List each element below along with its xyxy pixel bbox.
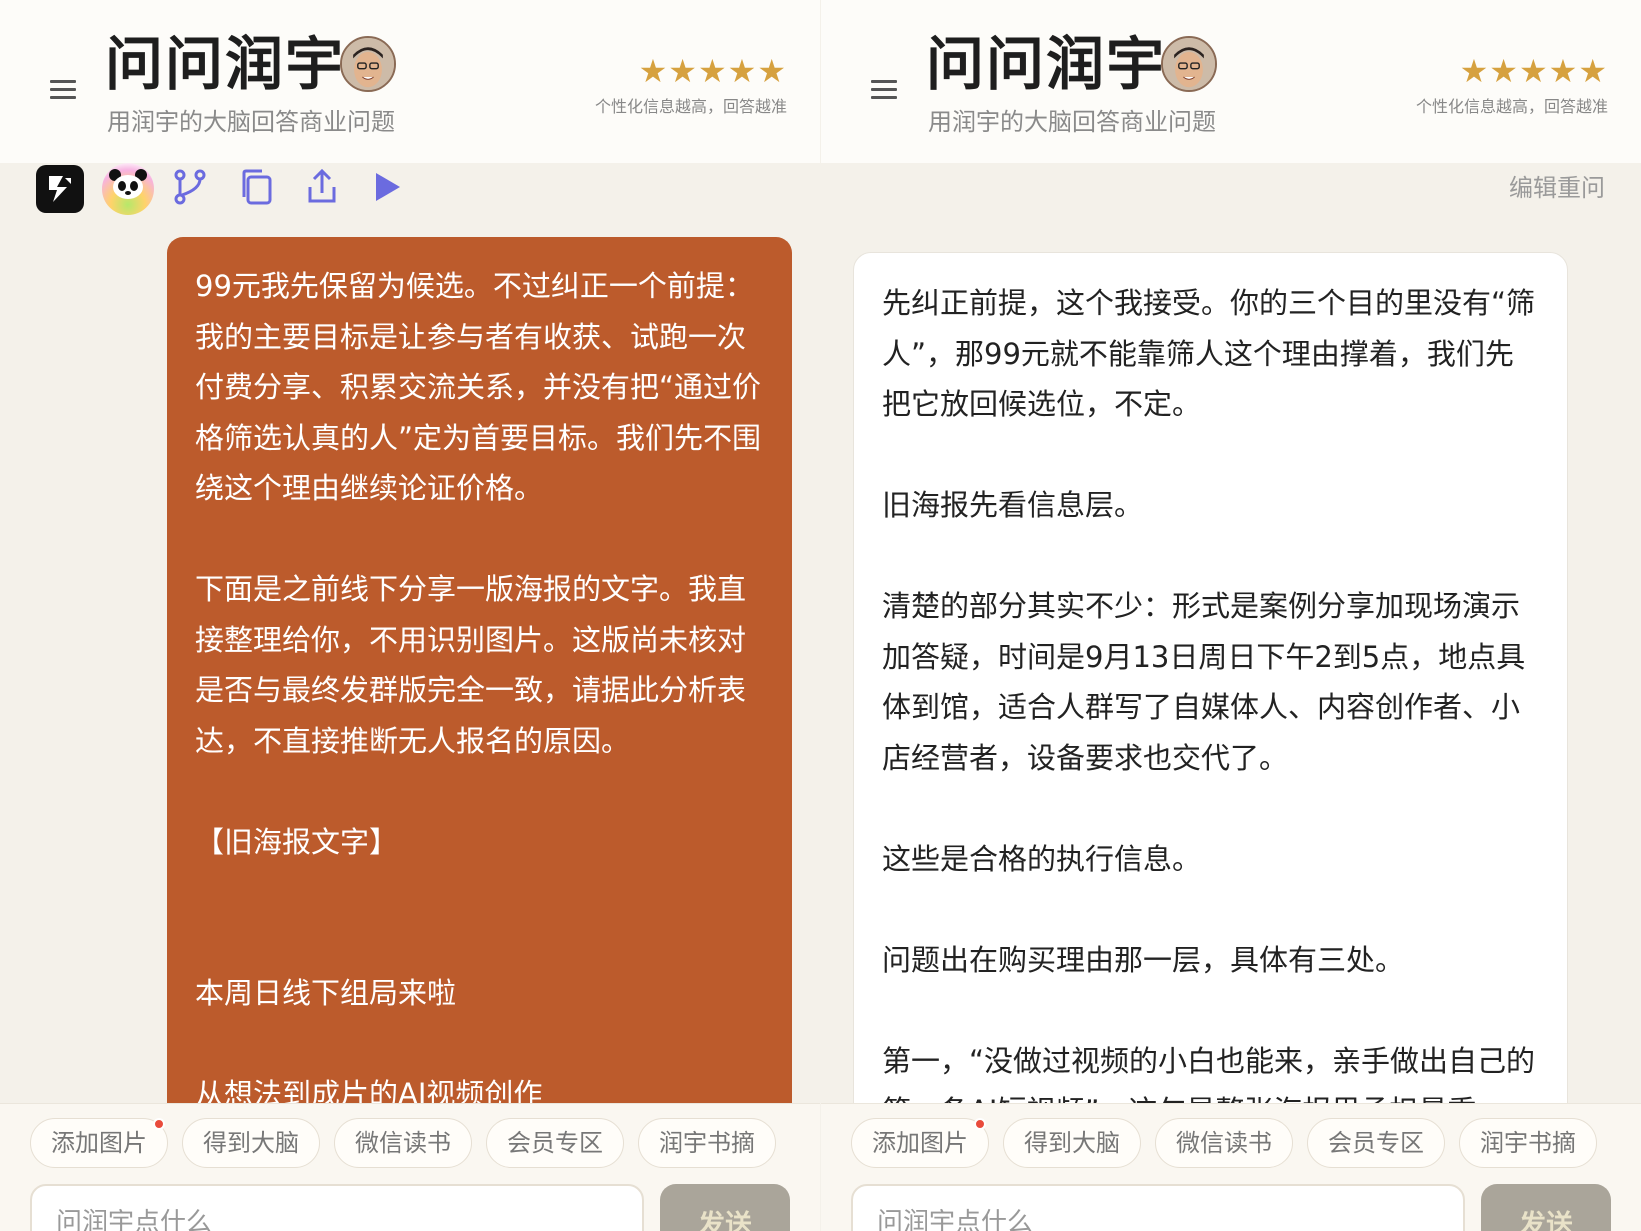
branch-icon[interactable] [166,163,214,211]
quick-chips: 添加图片 得到大脑 微信读书 会员专区 润宇书摘 [30,1118,790,1170]
menu-icon[interactable] [50,80,76,100]
chip-member-zone[interactable]: 会员专区 [1307,1118,1445,1168]
message-paragraph: 【旧海报文字】 [195,824,399,859]
play-icon[interactable] [362,163,410,211]
app-header: 问问润宇 用润宇的大脑回答商业问题 ★★★★★ 个性化信息越高，回答越准 [0,0,820,163]
send-button[interactable]: 发送 [1481,1184,1611,1231]
message-paragraph: 这些是合格的执行信息。 [882,841,1202,876]
chip-label: 会员专区 [1328,1129,1424,1157]
composer: 添加图片 得到大脑 微信读书 会员专区 润宇书摘 问润宇点什么 发送 [0,1103,820,1231]
rating-stars: ★★★★★ [1459,52,1608,90]
message-input[interactable]: 问润宇点什么 [851,1184,1465,1231]
user-message-bubble: 99元我先保留为候选。不过纠正一个前提：我的主要目标是让参与者有收获、试跑一次付… [167,237,792,1137]
app-subtitle: 用润宇的大脑回答商业问题 [928,108,1216,136]
app-header: 问问润宇 用润宇的大脑回答商业问题 ★★★★★ 个性化信息越高，回答越准 [821,0,1641,163]
avatar [340,36,396,92]
avatar [1161,36,1217,92]
chip-label: 得到大脑 [1024,1129,1120,1157]
chip-label: 润宇书摘 [659,1129,755,1157]
chip-dedao-brain[interactable]: 得到大脑 [1003,1118,1141,1168]
chip-dedao-brain[interactable]: 得到大脑 [182,1118,320,1168]
chat-panel-right: 问问润宇 用润宇的大脑回答商业问题 ★★★★★ 个性化信息越高，回答越准 编辑重… [821,0,1641,1231]
message-paragraph: 旧海报先看信息层。 [882,488,1144,522]
chip-label: 会员专区 [507,1129,603,1157]
chip-label: 微信读书 [1176,1129,1272,1157]
chip-weread[interactable]: 微信读书 [334,1118,472,1168]
chip-label: 添加图片 [872,1129,968,1157]
composer: 添加图片 得到大脑 微信读书 会员专区 润宇书摘 问润宇点什么 发送 [821,1103,1641,1231]
message-paragraph: 99元我先保留为候选。不过纠正一个前提：我的主要目标是让参与者有收获、试跑一次付… [195,269,762,505]
chat-panel-left: 问问润宇 用润宇的大脑回答商业问题 ★★★★★ 个性化信息越高，回答越准 99元… [0,0,820,1231]
chip-add-image[interactable]: 添加图片 [851,1118,989,1168]
message-paragraph: 本周日线下组局来啦 [195,976,457,1010]
share-icon[interactable] [298,163,346,211]
copy-icon[interactable] [232,163,280,211]
notification-dot [974,1118,986,1130]
message-input[interactable]: 问润宇点什么 [30,1184,644,1231]
send-button[interactable]: 发送 [660,1184,790,1231]
app-title: 问问润宇 [926,30,1167,98]
quick-chips: 添加图片 得到大脑 微信读书 会员专区 润宇书摘 [851,1118,1611,1170]
chip-label: 微信读书 [355,1129,451,1157]
rating-note: 个性化信息越高，回答越准 [594,97,787,116]
notification-dot [153,1118,165,1130]
app-title: 问问润宇 [105,30,346,98]
menu-icon[interactable] [871,80,897,100]
edit-and-reask-link[interactable]: 编辑重问 [1509,172,1605,204]
chip-label: 添加图片 [51,1129,147,1157]
chip-weread[interactable]: 微信读书 [1155,1118,1293,1168]
message-paragraph: 先纠正前提，这个我接受。你的三个目的里没有“筛人”，那99元就不能靠筛人这个理由… [882,286,1536,421]
panda-icon[interactable] [102,163,154,215]
chip-book-excerpts[interactable]: 润宇书摘 [638,1118,776,1168]
chip-label: 润宇书摘 [1480,1129,1576,1157]
chip-label: 得到大脑 [203,1129,299,1157]
message-paragraph: 清楚的部分其实不少：形式是案例分享加现场演示加答疑，时间是9月13日周日下午2到… [882,589,1526,775]
chip-book-excerpts[interactable]: 润宇书摘 [1459,1118,1597,1168]
rating-stars: ★★★★★ [638,52,787,90]
assistant-message-bubble: 先纠正前提，这个我接受。你的三个目的里没有“筛人”，那99元就不能靠筛人这个理由… [853,252,1568,1152]
chip-member-zone[interactable]: 会员专区 [486,1118,624,1168]
rating-note: 个性化信息越高，回答越准 [1415,97,1608,116]
message-toolbar [36,163,796,215]
app-subtitle: 用润宇的大脑回答商业问题 [107,108,395,136]
message-paragraph: 问题出在购买理由那一层，具体有三处。 [882,942,1405,977]
chip-add-image[interactable]: 添加图片 [30,1118,168,1168]
message-paragraph: 下面是之前线下分享一版海报的文字。我直接整理给你，不用识别图片。这版尚未核对是否… [195,572,747,758]
app-logo-icon[interactable] [36,165,84,213]
